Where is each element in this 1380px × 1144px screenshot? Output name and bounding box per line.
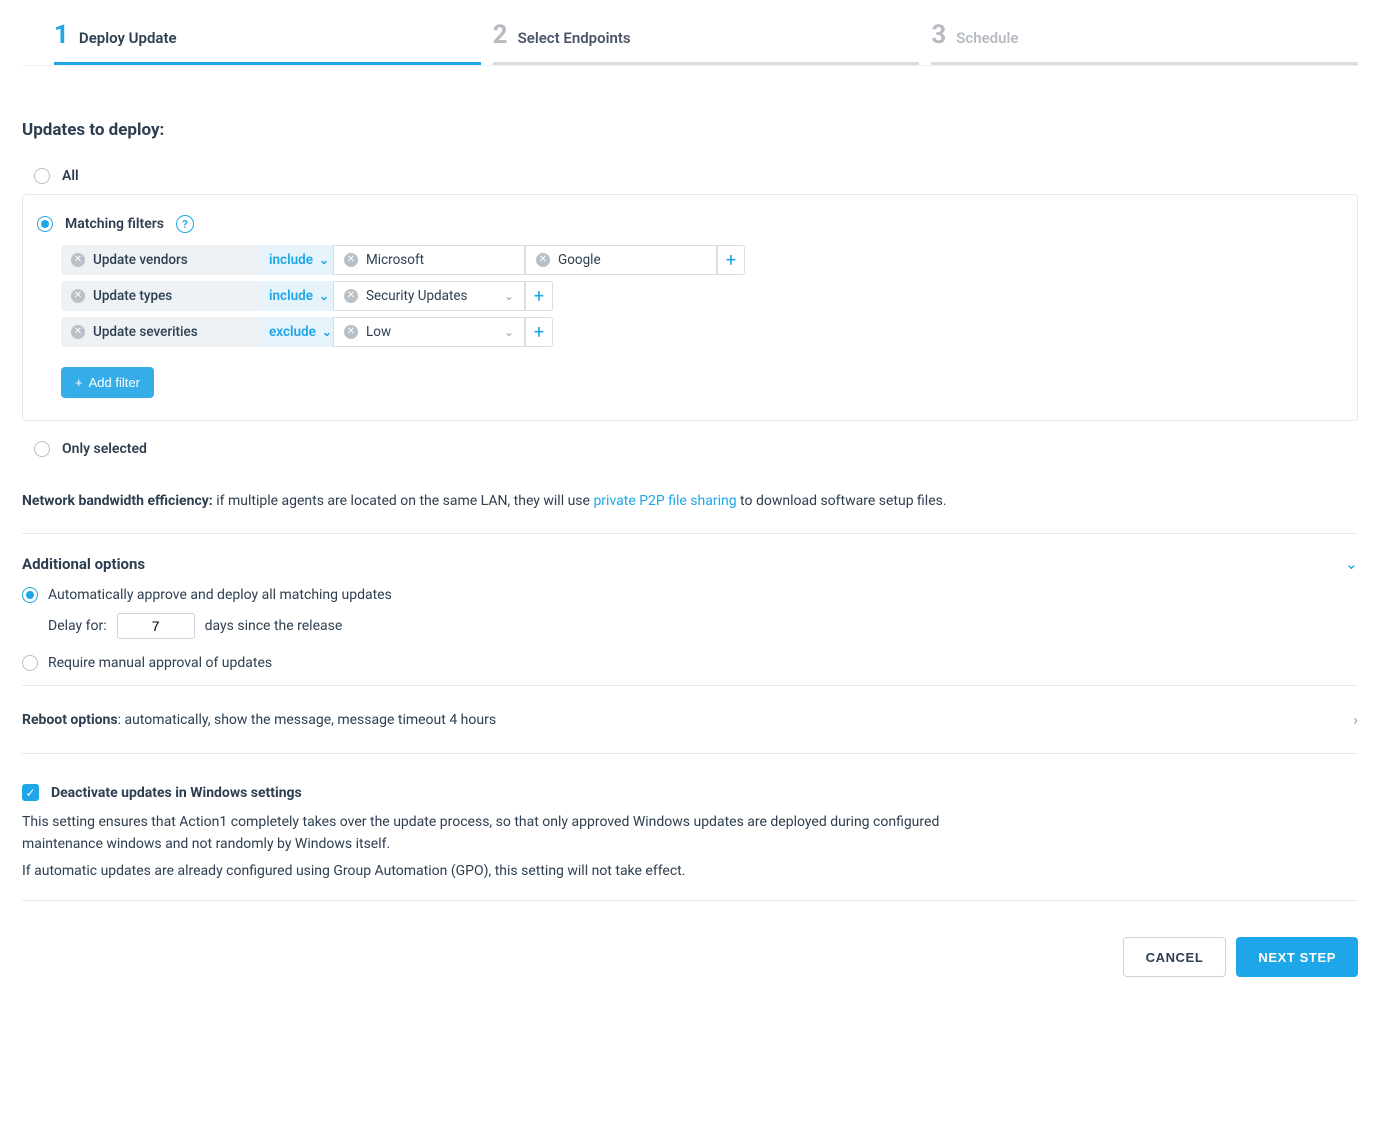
divider (22, 685, 1358, 686)
delay-row: Delay for: days since the release (22, 607, 1358, 651)
filter-chip-select[interactable]: ✕ Low ⌄ (333, 317, 525, 347)
remove-chip-icon[interactable]: ✕ (536, 253, 550, 267)
deactivate-updates-row[interactable]: ✓ Deactivate updates in Windows settings (22, 784, 1358, 801)
filter-name-label: Update severities (93, 324, 198, 340)
step-number: 1 (54, 20, 69, 50)
step-select-endpoints[interactable]: 2 Select Endpoints (493, 20, 920, 65)
remove-filter-icon[interactable]: ✕ (71, 289, 85, 303)
remove-chip-icon[interactable]: ✕ (344, 289, 358, 303)
deactivate-desc-1: This setting ensures that Action1 comple… (22, 811, 982, 856)
chevron-down-icon: ⌄ (319, 289, 329, 303)
radio-label: Require manual approval of updates (48, 655, 272, 671)
chevron-down-icon: ⌄ (319, 253, 329, 267)
wizard-stepper: 1 Deploy Update 2 Select Endpoints 3 Sch… (22, 0, 1358, 66)
filter-name-label: Update vendors (93, 252, 188, 268)
filter-name-cell: ✕ Update vendors (61, 245, 259, 275)
help-icon[interactable]: ? (176, 215, 194, 233)
network-bold: Network bandwidth efficiency: (22, 493, 213, 509)
radio-icon (34, 441, 50, 457)
reboot-options-row[interactable]: Reboot options: automatically, show the … (22, 696, 1358, 743)
filter-name-cell: ✕ Update severities (61, 317, 259, 347)
network-pre: if multiple agents are located on the sa… (213, 493, 594, 509)
divider (22, 533, 1358, 534)
chevron-right-icon: › (1353, 710, 1358, 729)
radio-only-selected-row[interactable]: Only selected (22, 435, 1358, 463)
chevron-down-icon: ⌄ (1345, 554, 1358, 573)
additional-options-header[interactable]: Additional options ⌄ (22, 544, 1358, 583)
deactivate-label: Deactivate updates in Windows settings (51, 785, 302, 801)
radio-label: Only selected (62, 441, 147, 457)
reboot-text: Reboot options: automatically, show the … (22, 712, 496, 728)
radio-label: Matching filters (65, 216, 164, 232)
filter-chip[interactable]: ✕ Microsoft (333, 245, 525, 275)
filter-row-vendors: ✕ Update vendors include ⌄ ✕ Microsoft ✕… (61, 245, 1343, 275)
step-label: Schedule (956, 29, 1018, 47)
radio-label: Automatically approve and deploy all mat… (48, 587, 392, 603)
step-number: 2 (493, 20, 508, 50)
add-chip-button[interactable]: + (525, 317, 553, 347)
radio-icon (34, 168, 50, 184)
additional-options-title: Additional options (22, 555, 145, 573)
cancel-button[interactable]: CANCEL (1123, 937, 1227, 977)
reboot-rest: : automatically, show the message, messa… (118, 712, 496, 728)
delay-input[interactable] (117, 613, 195, 639)
radio-matching-row[interactable]: Matching filters ? (37, 209, 1343, 239)
radio-icon (22, 655, 38, 671)
filter-mode-toggle[interactable]: include ⌄ (259, 245, 333, 275)
chevron-down-icon: ⌄ (504, 289, 514, 303)
filter-chip-select[interactable]: ✕ Security Updates ⌄ (333, 281, 525, 311)
chip-label: Security Updates (366, 288, 468, 304)
checkbox-icon[interactable]: ✓ (22, 784, 39, 801)
filter-mode-toggle[interactable]: include ⌄ (259, 281, 333, 311)
divider (22, 900, 1358, 901)
filter-name-label: Update types (93, 288, 172, 304)
chip-label: Low (366, 324, 391, 340)
step-schedule[interactable]: 3 Schedule (931, 20, 1358, 65)
chip-label: Microsoft (366, 252, 424, 268)
add-chip-button[interactable]: + (717, 245, 745, 275)
filter-name-cell: ✕ Update types (61, 281, 259, 311)
network-post: to download software setup files. (737, 493, 947, 509)
chevron-down-icon: ⌄ (504, 325, 514, 339)
radio-auto-approve-row[interactable]: Automatically approve and deploy all mat… (22, 583, 1358, 607)
delay-post-label: days since the release (205, 618, 343, 634)
radio-all-row[interactable]: All (22, 162, 1358, 190)
filter-mode-label: include (269, 252, 313, 268)
filter-mode-label: include (269, 288, 313, 304)
add-chip-button[interactable]: + (525, 281, 553, 311)
next-step-button[interactable]: NEXT STEP (1236, 937, 1358, 977)
p2p-link[interactable]: private P2P file sharing (593, 493, 736, 509)
remove-chip-icon[interactable]: ✕ (344, 325, 358, 339)
matching-filters-box: Matching filters ? ✕ Update vendors incl… (22, 194, 1358, 421)
delay-pre-label: Delay for: (48, 618, 107, 634)
radio-manual-approval-row[interactable]: Require manual approval of updates (22, 651, 1358, 675)
footer-buttons: CANCEL NEXT STEP (22, 937, 1358, 977)
reboot-bold: Reboot options (22, 712, 118, 728)
step-label: Select Endpoints (518, 29, 631, 47)
radio-label: All (62, 168, 79, 184)
add-filter-label: Add filter (89, 375, 140, 390)
network-bandwidth-info: Network bandwidth efficiency: if multipl… (22, 493, 1358, 509)
divider (22, 753, 1358, 754)
step-deploy-update[interactable]: 1 Deploy Update (54, 20, 481, 65)
remove-filter-icon[interactable]: ✕ (71, 253, 85, 267)
filter-chip[interactable]: ✕ Google (525, 245, 717, 275)
section-title: Updates to deploy: (22, 120, 1358, 140)
add-filter-button[interactable]: + Add filter (61, 367, 154, 398)
filter-row-types: ✕ Update types include ⌄ ✕ Security Upda… (61, 281, 1343, 311)
filter-mode-label: exclude (269, 324, 316, 340)
filter-row-severities: ✕ Update severities exclude ⌄ ✕ Low ⌄ + (61, 317, 1343, 347)
chip-label: Google (558, 252, 601, 268)
remove-filter-icon[interactable]: ✕ (71, 325, 85, 339)
remove-chip-icon[interactable]: ✕ (344, 253, 358, 267)
step-number: 3 (931, 20, 946, 50)
radio-icon (37, 216, 53, 232)
chevron-down-icon: ⌄ (322, 325, 332, 339)
deactivate-desc-2: If automatic updates are already configu… (22, 860, 982, 882)
step-label: Deploy Update (79, 29, 177, 47)
plus-icon: + (75, 375, 83, 390)
filter-mode-toggle[interactable]: exclude ⌄ (259, 317, 333, 347)
radio-icon (22, 587, 38, 603)
